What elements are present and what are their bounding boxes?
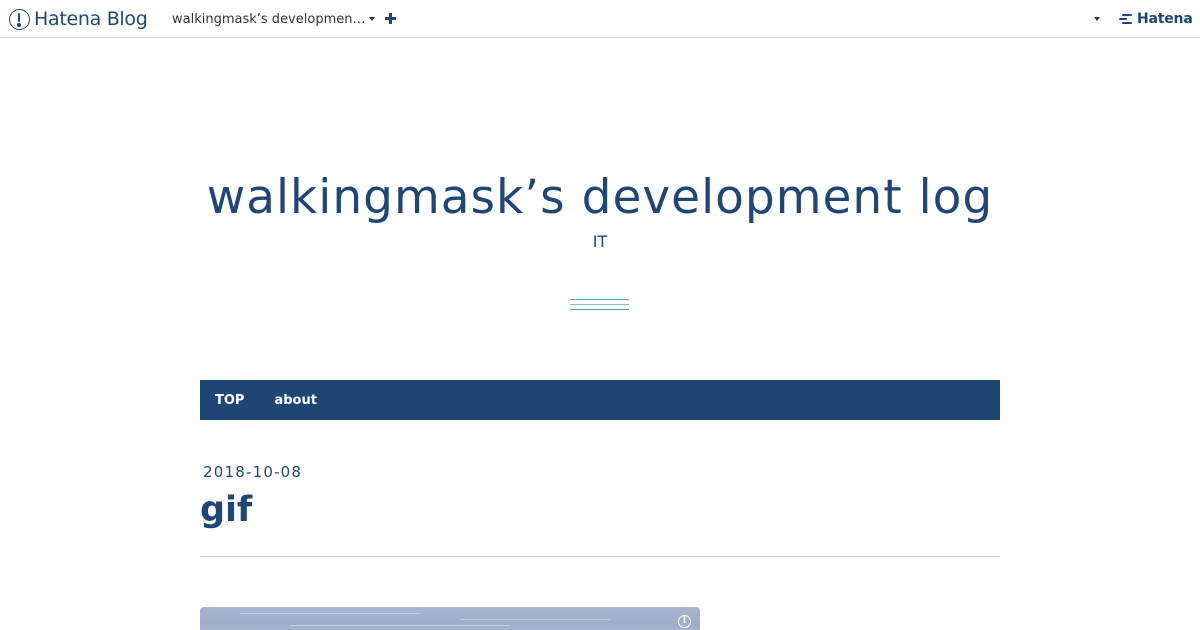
- blog-switcher-label: walkingmask’s developmen…: [172, 11, 366, 27]
- entry-date[interactable]: 2018-10-08: [203, 463, 302, 481]
- entry-title[interactable]: gif: [200, 490, 252, 530]
- blog-title[interactable]: walkingmask’s development log: [0, 170, 1200, 225]
- blog-switcher-dropdown[interactable]: walkingmask’s developmen…: [172, 10, 376, 28]
- global-nav: TOP about: [200, 380, 1000, 420]
- hatena-icon: [1118, 13, 1134, 25]
- entry-image[interactable]: [200, 607, 700, 630]
- info-icon[interactable]: i: [678, 615, 691, 628]
- chevron-down-icon: [369, 17, 376, 21]
- user-menu-button[interactable]: [1092, 14, 1102, 24]
- caret-down-icon: [1094, 17, 1100, 21]
- nav-item-about[interactable]: about: [274, 393, 316, 408]
- decorative-divider: [570, 299, 629, 311]
- logo-text: Hatena Blog: [34, 8, 148, 30]
- hatena-blog-logo[interactable]: Hatena Blog: [9, 6, 148, 32]
- hatena-blog-logo-icon: [9, 8, 30, 30]
- entry-divider: [200, 556, 1000, 557]
- global-header: Hatena Blog walkingmask’s developmen… Ha…: [0, 0, 1200, 38]
- blog-description: IT: [592, 232, 608, 251]
- nav-item-top[interactable]: TOP: [215, 393, 244, 408]
- new-entry-button[interactable]: [381, 8, 399, 28]
- plus-icon: [384, 12, 396, 24]
- hatena-link[interactable]: Hatena: [1118, 9, 1193, 29]
- hatena-text: Hatena: [1137, 11, 1193, 27]
